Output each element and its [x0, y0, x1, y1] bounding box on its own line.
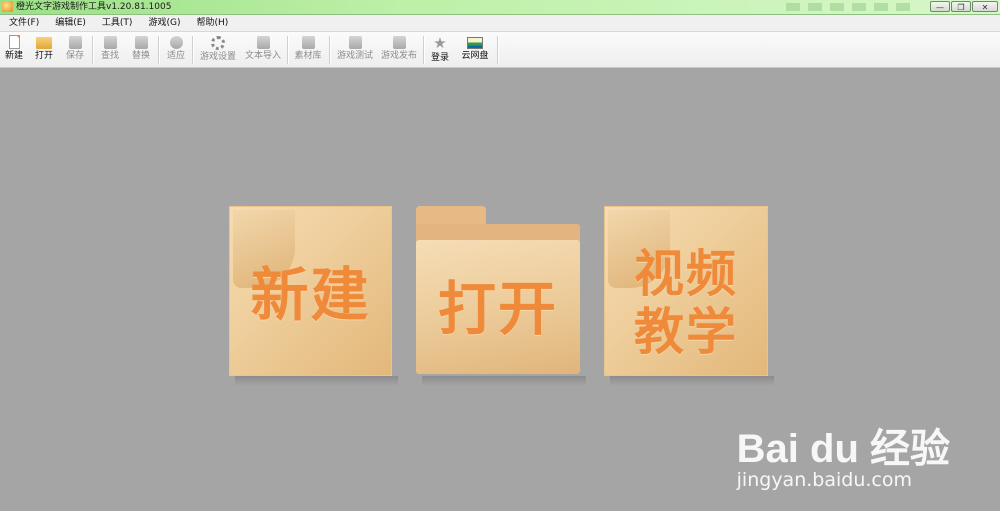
tutorial-card-label-line1: 视频	[634, 245, 738, 303]
minimize-button[interactable]: —	[930, 1, 950, 12]
card-shadow	[235, 376, 398, 386]
asset-library-label: 素材库	[294, 51, 322, 61]
gear-icon	[211, 36, 225, 50]
open-button[interactable]: 打开	[33, 34, 55, 65]
watermark-url: jingyan.baidu.com	[736, 469, 912, 491]
toolbar-separator	[158, 36, 160, 64]
game-publish-button[interactable]: 游戏发布	[379, 34, 419, 65]
window-controls: — ❐ ✕	[930, 1, 998, 12]
toolbar-separator	[192, 36, 194, 64]
open-card-label: 打开	[437, 275, 558, 343]
toolbar-separator	[92, 36, 94, 64]
replace-icon	[134, 36, 148, 49]
folder-open-icon	[36, 37, 52, 49]
save-button[interactable]: 保存	[64, 34, 86, 65]
text-import-button[interactable]: 文本导入	[243, 34, 283, 65]
game-publish-label: 游戏发布	[380, 51, 417, 61]
publish-icon	[392, 36, 406, 49]
cloud-drive-button[interactable]: 云网盘	[459, 34, 491, 65]
card-shadow	[610, 376, 774, 386]
video-tutorial-card[interactable]: 视频 教学	[604, 206, 774, 386]
window-title: 橙光文字游戏制作工具v1.20.81.1005	[16, 2, 172, 12]
star-icon: ★	[433, 34, 447, 52]
title-bar: 橙光文字游戏制作工具v1.20.81.1005 — ❐ ✕	[0, 0, 1000, 15]
menu-file[interactable]: 文件(F)	[0, 15, 46, 31]
text-import-label: 文本导入	[244, 51, 281, 61]
cloud-drive-label: 云网盘	[461, 51, 489, 61]
toolbar-separator	[497, 36, 499, 64]
menu-game[interactable]: 游戏(G)	[139, 15, 187, 31]
find-button[interactable]: 查找	[99, 34, 121, 65]
replace-label: 替换	[131, 51, 150, 61]
toolbar-separator	[287, 36, 289, 64]
adapt-button[interactable]: 适应	[165, 34, 187, 65]
watermark-logo: Bai du 经验	[736, 427, 950, 471]
tutorial-card-label-line2: 教学	[634, 303, 738, 361]
menu-bar: 文件(F) 编辑(E) 工具(T) 游戏(G) 帮助(H)	[0, 15, 1000, 32]
baidu-jingyan-watermark: Bai du 经验 jingyan.baidu.com	[737, 429, 950, 491]
test-icon	[348, 36, 362, 49]
card-shadow	[422, 376, 586, 386]
toolbar-separator	[423, 36, 425, 64]
open-label: 打开	[34, 51, 53, 61]
start-page: 新建 打开 视频 教学 Bai du 经验 jingyan.baidu.com	[0, 68, 1000, 511]
adapt-label: 适应	[166, 51, 185, 61]
game-settings-button[interactable]: 游戏设置	[198, 34, 238, 65]
save-label: 保存	[65, 51, 84, 61]
toolbar: 新建 打开 保存 查找 替换 适应 游戏设置 文本导入 素材库 游戏测试 游戏发…	[0, 32, 1000, 68]
new-file-icon	[8, 35, 20, 49]
blurred-region	[786, 3, 916, 11]
toolbar-separator	[329, 36, 331, 64]
menu-help[interactable]: 帮助(H)	[187, 15, 235, 31]
menu-tools[interactable]: 工具(T)	[93, 15, 140, 31]
restore-button[interactable]: ❐	[951, 1, 971, 12]
save-icon	[68, 36, 82, 49]
game-settings-label: 游戏设置	[199, 52, 236, 62]
find-label: 查找	[100, 51, 119, 61]
new-button[interactable]: 新建	[3, 34, 25, 65]
library-icon	[301, 36, 315, 49]
asset-library-button[interactable]: 素材库	[293, 34, 323, 65]
game-test-label: 游戏测试	[336, 51, 373, 61]
app-icon	[2, 1, 13, 12]
login-button[interactable]: ★ 登录	[429, 34, 451, 65]
game-test-button[interactable]: 游戏测试	[335, 34, 375, 65]
replace-button[interactable]: 替换	[130, 34, 152, 65]
cloud-drive-icon	[467, 37, 483, 49]
menu-edit[interactable]: 编辑(E)	[46, 15, 93, 31]
open-project-card[interactable]: 打开	[416, 206, 586, 386]
find-icon	[103, 36, 117, 49]
login-label: 登录	[430, 53, 449, 63]
new-label: 新建	[4, 51, 23, 61]
new-card-label: 新建	[250, 261, 371, 329]
import-icon	[256, 36, 270, 49]
new-project-card[interactable]: 新建	[229, 206, 398, 386]
close-button[interactable]: ✕	[972, 1, 998, 12]
zoom-fit-icon	[169, 36, 183, 49]
